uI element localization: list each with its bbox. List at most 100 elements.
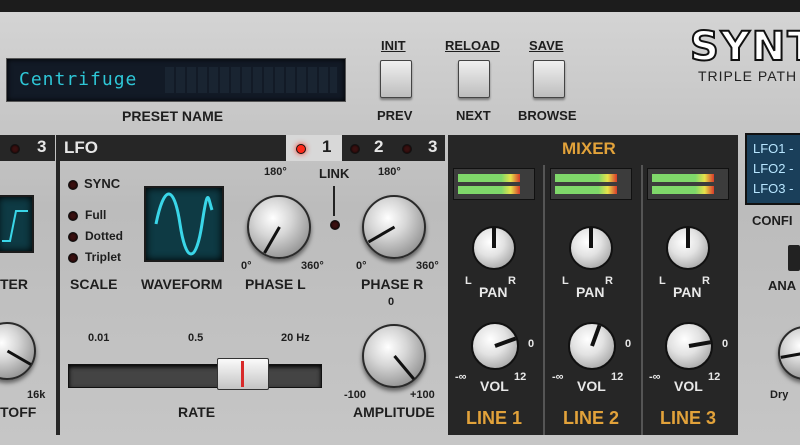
next-label[interactable]: NEXT (456, 108, 491, 123)
lfo-tab-1-label[interactable]: 1 (322, 137, 331, 157)
waveform-display[interactable] (144, 186, 224, 262)
link-connector (333, 186, 335, 216)
line-3-vol-knob[interactable] (665, 322, 713, 370)
dry-label: Dry (770, 389, 789, 401)
save-label[interactable]: SAVE (529, 38, 563, 53)
scale-full-label[interactable]: Full (85, 208, 106, 222)
route-lfo1: LFO1 - (753, 141, 794, 156)
line-1-vol-inf: -∞ (455, 371, 467, 383)
sine-wave-icon (154, 192, 214, 256)
brand-subtitle: TRIPLE PATH (698, 68, 798, 84)
line-2-vol-label: VOL (577, 378, 606, 394)
line-3-label: LINE 3 (660, 408, 717, 428)
rate-tick-mid: 0.5 (188, 332, 204, 344)
scale-dotted-led[interactable] (68, 232, 78, 242)
reload-next-button[interactable] (458, 60, 490, 98)
route-lfo3: LFO3 - (753, 181, 794, 196)
line-1-pan-label: PAN (479, 284, 508, 300)
lfo-tab-2-label[interactable]: 2 (374, 137, 383, 157)
link-led[interactable] (330, 220, 340, 230)
amplitude-max-label: +100 (410, 389, 435, 401)
phase-r-top-label: 180° (378, 166, 401, 178)
line-1-label: LINE 1 (466, 408, 523, 428)
mixer-divider-1 (543, 165, 545, 435)
scale-triplet-label[interactable]: Triplet (85, 250, 121, 264)
phase-r-label: PHASE R (361, 276, 424, 292)
line-1-vol-zero: 0 (528, 338, 535, 350)
scale-full-led[interactable] (68, 211, 78, 221)
rate-indicator (241, 361, 244, 387)
filter-tab-3[interactable]: 3 (37, 137, 46, 157)
line-1-pan-r: R (508, 275, 516, 287)
line-2-meter-r (555, 186, 617, 194)
lfo-routing-display[interactable]: LFO1 - LFO2 - LFO3 - (745, 133, 800, 205)
line-2-meter (550, 168, 632, 200)
line-2-label: LINE 2 (563, 408, 620, 428)
line-1-meter-l (458, 174, 520, 182)
rate-tick-min: 0.01 (88, 332, 110, 344)
lfo-tab-1[interactable] (286, 135, 342, 161)
mixer-title: MIXER (562, 139, 616, 158)
lfo-tab-3-label[interactable]: 3 (428, 137, 437, 157)
cutoff-max-label: 16k (27, 389, 46, 401)
line-3-pan-knob[interactable] (666, 226, 710, 270)
line-2-pan-label: PAN (576, 284, 605, 300)
amplitude-knob[interactable] (362, 324, 426, 388)
filter-display (0, 195, 34, 253)
section-divider (56, 135, 60, 435)
phase-l-label: PHASE L (245, 276, 306, 292)
phase-l-top-label: 180° (264, 166, 287, 178)
line-2-vol-knob[interactable] (568, 322, 616, 370)
phase-r-knob[interactable] (362, 195, 426, 259)
phase-l-min-label: 0° (241, 260, 252, 272)
ana-label: ANA (768, 278, 797, 293)
line-2-pan-l: L (562, 275, 569, 287)
line-2-vol-zero: 0 (625, 338, 632, 350)
scale-label: SCALE (70, 276, 118, 292)
config-label: CONFI (752, 213, 793, 228)
filter-header (0, 135, 55, 161)
preset-name-value: Centrifuge (19, 69, 138, 90)
sync-led[interactable] (68, 180, 78, 190)
line-1-pan-l: L (465, 275, 472, 287)
amplitude-top-label: 0 (388, 296, 395, 308)
line-1-vol-label: VOL (480, 378, 509, 394)
phase-r-max-label: 360° (416, 260, 439, 272)
rate-slider-track[interactable] (68, 364, 322, 388)
line-1-vol-knob[interactable] (471, 322, 519, 370)
line-1-vol-12: 12 (514, 371, 527, 383)
prev-label[interactable]: PREV (377, 108, 412, 123)
phase-l-max-label: 360° (301, 260, 324, 272)
browse-label[interactable]: BROWSE (518, 108, 577, 123)
line-2-pan-r: R (605, 275, 613, 287)
rate-slider-handle[interactable] (217, 358, 269, 390)
sync-label[interactable]: SYNC (84, 176, 120, 191)
preset-display[interactable]: Centrifuge (6, 58, 346, 102)
save-browse-button[interactable] (533, 60, 565, 98)
line-3-vol-12: 12 (708, 371, 721, 383)
line-3-pan-label: PAN (673, 284, 702, 300)
window-top-bar (0, 0, 800, 12)
line-2-vol-inf: -∞ (552, 371, 564, 383)
scale-triplet-led[interactable] (68, 253, 78, 263)
line-2-vol-12: 12 (611, 371, 624, 383)
line-3-meter-r (652, 186, 714, 194)
line-1-meter-r (458, 186, 520, 194)
init-label[interactable]: INIT (381, 38, 406, 53)
phase-l-knob[interactable] (247, 195, 311, 259)
line-3-vol-label: VOL (674, 378, 703, 394)
analog-switch[interactable] (788, 245, 800, 271)
line-2-pan-knob[interactable] (569, 226, 613, 270)
rate-label: RATE (178, 404, 216, 420)
amplitude-min-label: -100 (344, 389, 367, 401)
filter-tab-led[interactable] (10, 144, 20, 154)
line-1-meter (453, 168, 535, 200)
lfo-tab-3-led (402, 144, 412, 154)
lcd-cells (165, 67, 337, 93)
init-prev-button[interactable] (380, 60, 412, 98)
cutoff-label: TOFF (0, 404, 37, 420)
line-3-pan-l: L (659, 275, 666, 287)
reload-label[interactable]: RELOAD (445, 38, 500, 53)
line-1-pan-knob[interactable] (472, 226, 516, 270)
scale-dotted-label[interactable]: Dotted (85, 229, 123, 243)
